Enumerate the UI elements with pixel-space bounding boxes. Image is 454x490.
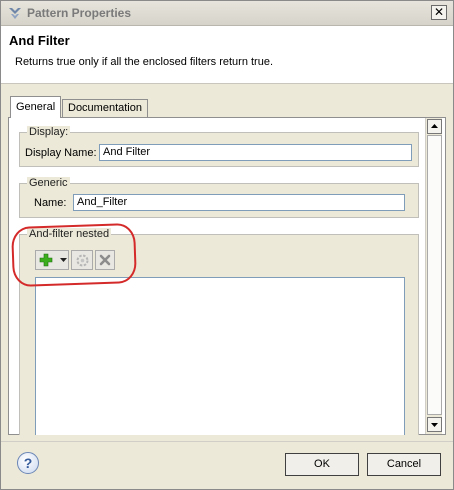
tab-documentation[interactable]: Documentation xyxy=(62,99,148,117)
display-name-label: Display Name: xyxy=(25,147,97,159)
dialog-header: And Filter Returns true only if all the … xyxy=(1,26,453,84)
header-title: And Filter xyxy=(9,33,70,48)
eclipse-app-icon xyxy=(9,8,21,19)
pattern-properties-dialog: Pattern Properties ✕ And Filter Returns … xyxy=(0,0,454,490)
generic-group-legend: Generic xyxy=(27,177,70,189)
window-title: Pattern Properties xyxy=(27,6,132,20)
display-name-field[interactable]: And Filter xyxy=(99,144,412,161)
ok-button[interactable]: OK xyxy=(285,453,359,476)
vertical-scrollbar[interactable] xyxy=(425,118,442,434)
delete-icon xyxy=(99,254,111,266)
help-icon: ? xyxy=(23,455,33,471)
name-label: Name: xyxy=(34,197,67,209)
nested-group-legend: And-filter nested xyxy=(27,228,112,240)
delete-filter-button[interactable] xyxy=(95,250,115,270)
tab-documentation-label: Documentation xyxy=(68,102,142,114)
tab-general[interactable]: General xyxy=(10,96,62,118)
tab-general-label: General xyxy=(16,101,56,113)
close-button[interactable]: ✕ xyxy=(431,5,447,20)
scroll-down-button[interactable] xyxy=(427,417,442,432)
add-icon xyxy=(39,253,53,267)
help-button[interactable]: ? xyxy=(17,452,39,474)
add-filter-button[interactable] xyxy=(35,250,69,270)
close-icon: ✕ xyxy=(433,5,445,19)
edit-filter-button[interactable] xyxy=(71,250,93,270)
dropdown-arrow-icon[interactable] xyxy=(60,258,67,263)
title-bar[interactable]: Pattern Properties ✕ xyxy=(1,1,453,26)
scroll-thumb[interactable] xyxy=(427,135,442,415)
arrow-up-icon xyxy=(431,124,438,128)
edit-icon xyxy=(76,254,89,267)
name-field[interactable]: And_Filter xyxy=(73,194,405,211)
nested-filters-list[interactable] xyxy=(35,277,405,435)
display-group-legend: Display: xyxy=(27,126,71,138)
arrow-down-icon xyxy=(431,423,438,427)
scroll-up-button[interactable] xyxy=(427,119,442,134)
footer-divider xyxy=(1,441,453,442)
cancel-button[interactable]: Cancel xyxy=(367,453,441,476)
header-description: Returns true only if all the enclosed fi… xyxy=(15,56,274,68)
